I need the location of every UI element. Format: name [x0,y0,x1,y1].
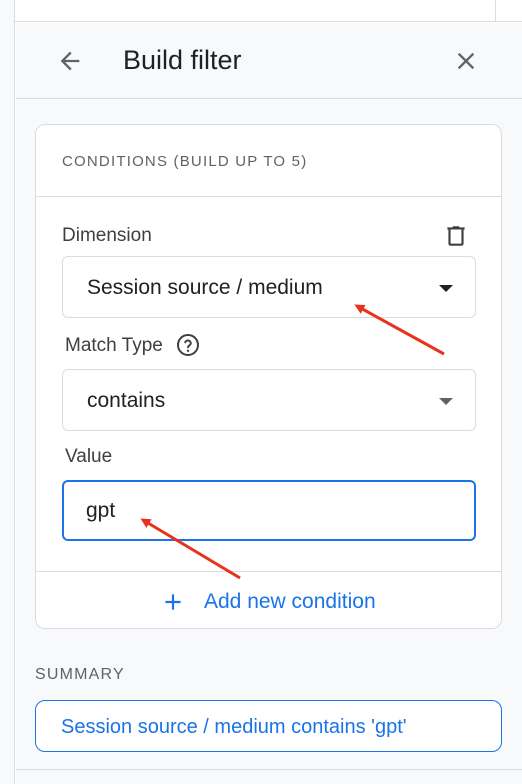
match-type-select[interactable]: contains [62,369,476,431]
conditions-title: CONDITIONS (BUILD UP TO 5) [62,153,308,170]
panel-header: Build filter [16,23,522,99]
top-edge-strip [15,0,522,22]
panel-bottom-divider [16,769,522,770]
conditions-card: CONDITIONS (BUILD UP TO 5) Dimension Ses… [35,124,502,629]
top-strip-divider [495,0,496,22]
build-filter-panel: Build filter CONDITIONS (BUILD UP TO 5) … [16,23,522,784]
dimension-select[interactable]: Session source / medium [62,256,476,318]
match-type-value: contains [87,389,166,412]
match-type-label: Match Type [65,335,163,356]
panel-title: Build filter [123,45,242,75]
summary-text: Session source / medium contains 'gpt' [61,716,407,738]
chevron-down-icon [439,398,453,405]
delete-condition-button[interactable] [443,223,469,249]
match-type-help-button[interactable] [176,333,200,357]
back-button[interactable] [52,43,88,79]
left-edge-strip [0,0,15,784]
plus-icon [165,594,181,610]
summary-label: SUMMARY [35,666,125,683]
close-button[interactable] [448,43,484,79]
chevron-down-icon [439,285,453,292]
add-condition-divider [36,571,501,572]
add-new-condition-button[interactable]: Add new condition [160,587,376,617]
trash-icon [447,226,465,246]
dimension-label: Dimension [62,225,152,246]
value-label: Value [65,446,113,467]
add-new-condition-label: Add new condition [204,590,376,613]
arrow-left-icon [60,51,80,71]
conditions-divider [36,196,501,197]
value-input-container[interactable] [62,480,476,541]
dimension-value: Session source / medium [87,276,323,299]
close-icon [457,52,475,70]
summary-chip[interactable]: Session source / medium contains 'gpt' [35,700,502,752]
value-input[interactable] [86,498,446,524]
help-circle-icon [177,334,199,356]
